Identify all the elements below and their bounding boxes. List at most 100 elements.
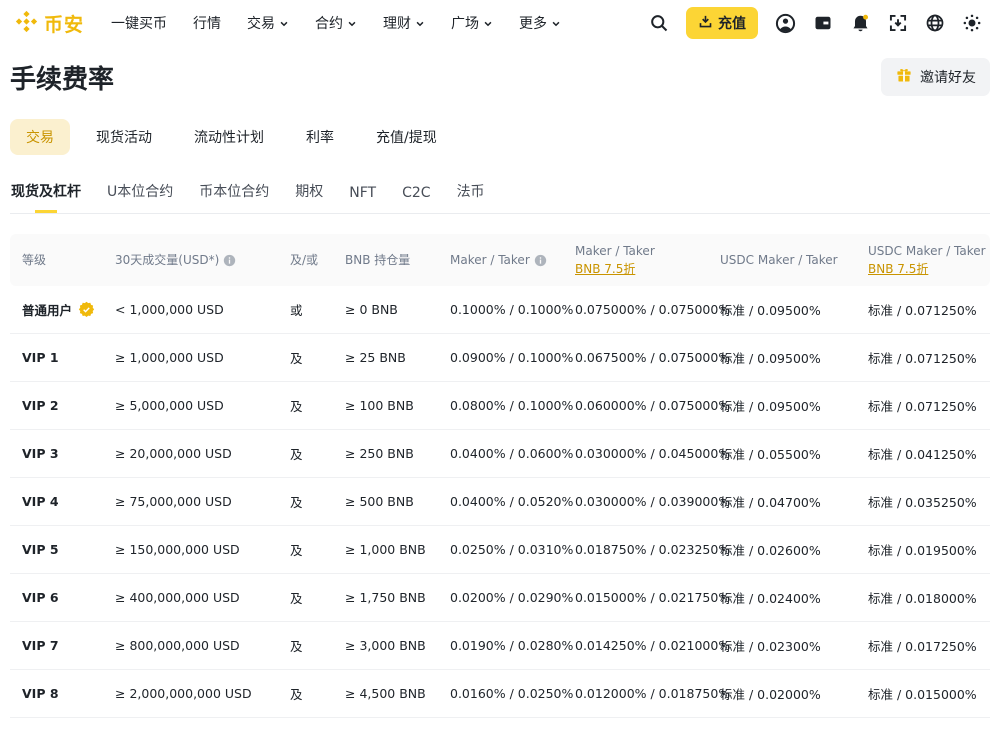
and-or-cell: 及 [290,396,345,415]
language-globe-icon[interactable] [925,13,945,33]
page-title: 手续费率 [10,59,114,96]
and-or-cell: 及 [290,636,345,655]
deposit-icon [698,14,713,33]
level-label: VIP 4 [22,494,59,509]
nav-item[interactable]: 交易 [234,13,302,33]
market-type-tab[interactable]: NFT [348,177,377,213]
usdc-maker-taker-cell: 标准 / 0.04700% [720,492,868,511]
volume-cell: ≥ 2,000,000,000 USD [115,686,290,701]
fee-table-row: VIP 3 ≥ 20,000,000 USD 及 ≥ 250 BNB 0.040… [10,430,990,478]
notification-bell-icon[interactable] [850,13,871,34]
maker-taker-bnb-cell: 0.012000% / 0.018750% [575,686,720,701]
fee-category-tab[interactable]: 交易 [10,119,70,155]
maker-taker-bnb-cell: 0.060000% / 0.075000% [575,398,720,413]
usdc-maker-taker-cell: 标准 / 0.02400% [720,588,868,607]
fee-category-tab[interactable]: 利率 [290,119,350,155]
app-download-icon[interactable] [888,13,908,33]
fee-table-row: VIP 2 ≥ 5,000,000 USD 及 ≥ 100 BNB 0.0800… [10,382,990,430]
fee-table-row: VIP 4 ≥ 75,000,000 USD 及 ≥ 500 BNB 0.040… [10,478,990,526]
bnb-discount-link[interactable]: BNB 7.5折 [868,261,928,277]
volume-cell: ≥ 75,000,000 USD [115,494,290,509]
binance-logo[interactable]: 币安 [14,9,84,38]
market-type-tab[interactable]: 币本位合约 [198,173,270,213]
market-type-tab[interactable]: 法币 [456,173,486,213]
profile-icon[interactable] [775,13,796,34]
deposit-button[interactable]: 充值 [686,7,758,39]
usdc-maker-taker-bnb-cell: 标准 / 0.017250% [868,636,990,655]
tab-label: 流动性计划 [194,130,264,146]
maker-taker-bnb-cell: 0.015000% / 0.021750% [575,590,720,605]
fee-category-tabs: 交易 现货活动 流动性计划 利率 充值/提现 [10,119,990,155]
fee-table-row: VIP 6 ≥ 400,000,000 USD 及 ≥ 1,750 BNB 0.… [10,574,990,622]
volume-cell: ≥ 1,000,000 USD [115,350,290,365]
volume-cell: ≥ 20,000,000 USD [115,446,290,461]
market-type-tab[interactable]: U本位合约 [106,173,174,213]
usdc-maker-taker-cell: 标准 / 0.02300% [720,636,868,655]
invite-friends-button[interactable]: 邀请好友 [881,58,990,96]
tab-label: NFT [349,185,376,201]
info-icon[interactable] [223,254,236,267]
level-label: VIP 7 [22,638,59,653]
nav-item[interactable]: 理财 [370,13,438,33]
column-header-label: Maker / Taker [450,252,530,268]
chevron-down-icon [279,19,289,29]
theme-toggle-icon[interactable] [962,13,982,33]
fee-category-tab[interactable]: 现货活动 [80,119,168,155]
nav-item[interactable]: 一键买币 [98,13,180,33]
fee-table-row: VIP 5 ≥ 150,000,000 USD 及 ≥ 1,000 BNB 0.… [10,526,990,574]
level-label: VIP 3 [22,446,59,461]
usdc-maker-taker-bnb-cell: 标准 / 0.018000% [868,588,990,607]
column-header: BNB 持仓量 [345,252,450,268]
level-label: 普通用户 [22,300,72,319]
market-type-tab[interactable]: C2C [401,177,431,213]
column-header-label: USDC Maker / Taker [720,252,838,268]
maker-taker-cell: 0.0190% / 0.0280% [450,638,575,653]
and-or-cell: 及 [290,684,345,703]
tab-label: U本位合约 [107,184,173,200]
main-navigation: 一键买币 行情 交易 合约 [98,13,574,33]
gift-icon [895,66,913,88]
fee-rate-page: 手续费率 邀请好友 交易 现货活动 流动性计划 利率 [0,46,1000,733]
bnb-holding-cell: ≥ 500 BNB [345,494,450,509]
fee-table-row: 普通用户 < 1,000,000 USD 或 ≥ 0 BNB 0.1000% /… [10,286,990,334]
market-type-tab[interactable]: 现货及杠杆 [10,173,82,213]
tab-label: 利率 [306,130,334,146]
volume-cell: < 1,000,000 USD [115,302,290,317]
nav-item[interactable]: 行情 [180,13,234,33]
column-header-label: Maker / Taker [575,243,655,259]
tab-label: 现货活动 [96,130,152,146]
nav-item[interactable]: 合约 [302,13,370,33]
level-label: VIP 6 [22,590,59,605]
bnb-holding-cell: ≥ 250 BNB [345,446,450,461]
maker-taker-bnb-cell: 0.067500% / 0.075000% [575,350,720,365]
chevron-down-icon [347,19,357,29]
wallet-icon[interactable] [813,13,833,33]
binance-diamond-icon [14,9,39,38]
fee-table-row: VIP 9 ≥ 4,000,000,000 USD 及 ≥ 5,500 BNB … [10,718,990,733]
fee-table-row: VIP 1 ≥ 1,000,000 USD 及 ≥ 25 BNB 0.0900%… [10,334,990,382]
bnb-discount-link[interactable]: BNB 7.5折 [575,261,635,277]
nav-item-label: 交易 [247,13,275,33]
fee-category-tab[interactable]: 流动性计划 [178,119,280,155]
maker-taker-bnb-cell: 0.075000% / 0.075000% [575,302,720,317]
nav-item[interactable]: 广场 [438,13,506,33]
verified-badge-icon [78,301,95,318]
maker-taker-cell: 0.1000% / 0.1000% [450,302,575,317]
column-header: 及/或 [290,252,345,268]
nav-item[interactable]: 更多 [506,13,574,33]
column-header: USDC Maker / Taker BNB 7.5折 [868,243,990,276]
search-icon[interactable] [649,13,669,33]
volume-cell: ≥ 5,000,000 USD [115,398,290,413]
maker-taker-cell: 0.0800% / 0.1000% [450,398,575,413]
info-icon[interactable] [534,254,547,267]
usdc-maker-taker-bnb-cell: 标准 / 0.071250% [868,300,990,319]
chevron-down-icon [551,19,561,29]
bnb-holding-cell: ≥ 1,000 BNB [345,542,450,557]
maker-taker-cell: 0.0160% / 0.0250% [450,686,575,701]
and-or-cell: 或 [290,300,345,319]
market-type-tab[interactable]: 期权 [294,173,324,213]
usdc-maker-taker-bnb-cell: 标准 / 0.071250% [868,348,990,367]
tab-label: 币本位合约 [199,184,269,200]
usdc-maker-taker-cell: 标准 / 0.09500% [720,300,868,319]
fee-category-tab[interactable]: 充值/提现 [360,119,453,155]
